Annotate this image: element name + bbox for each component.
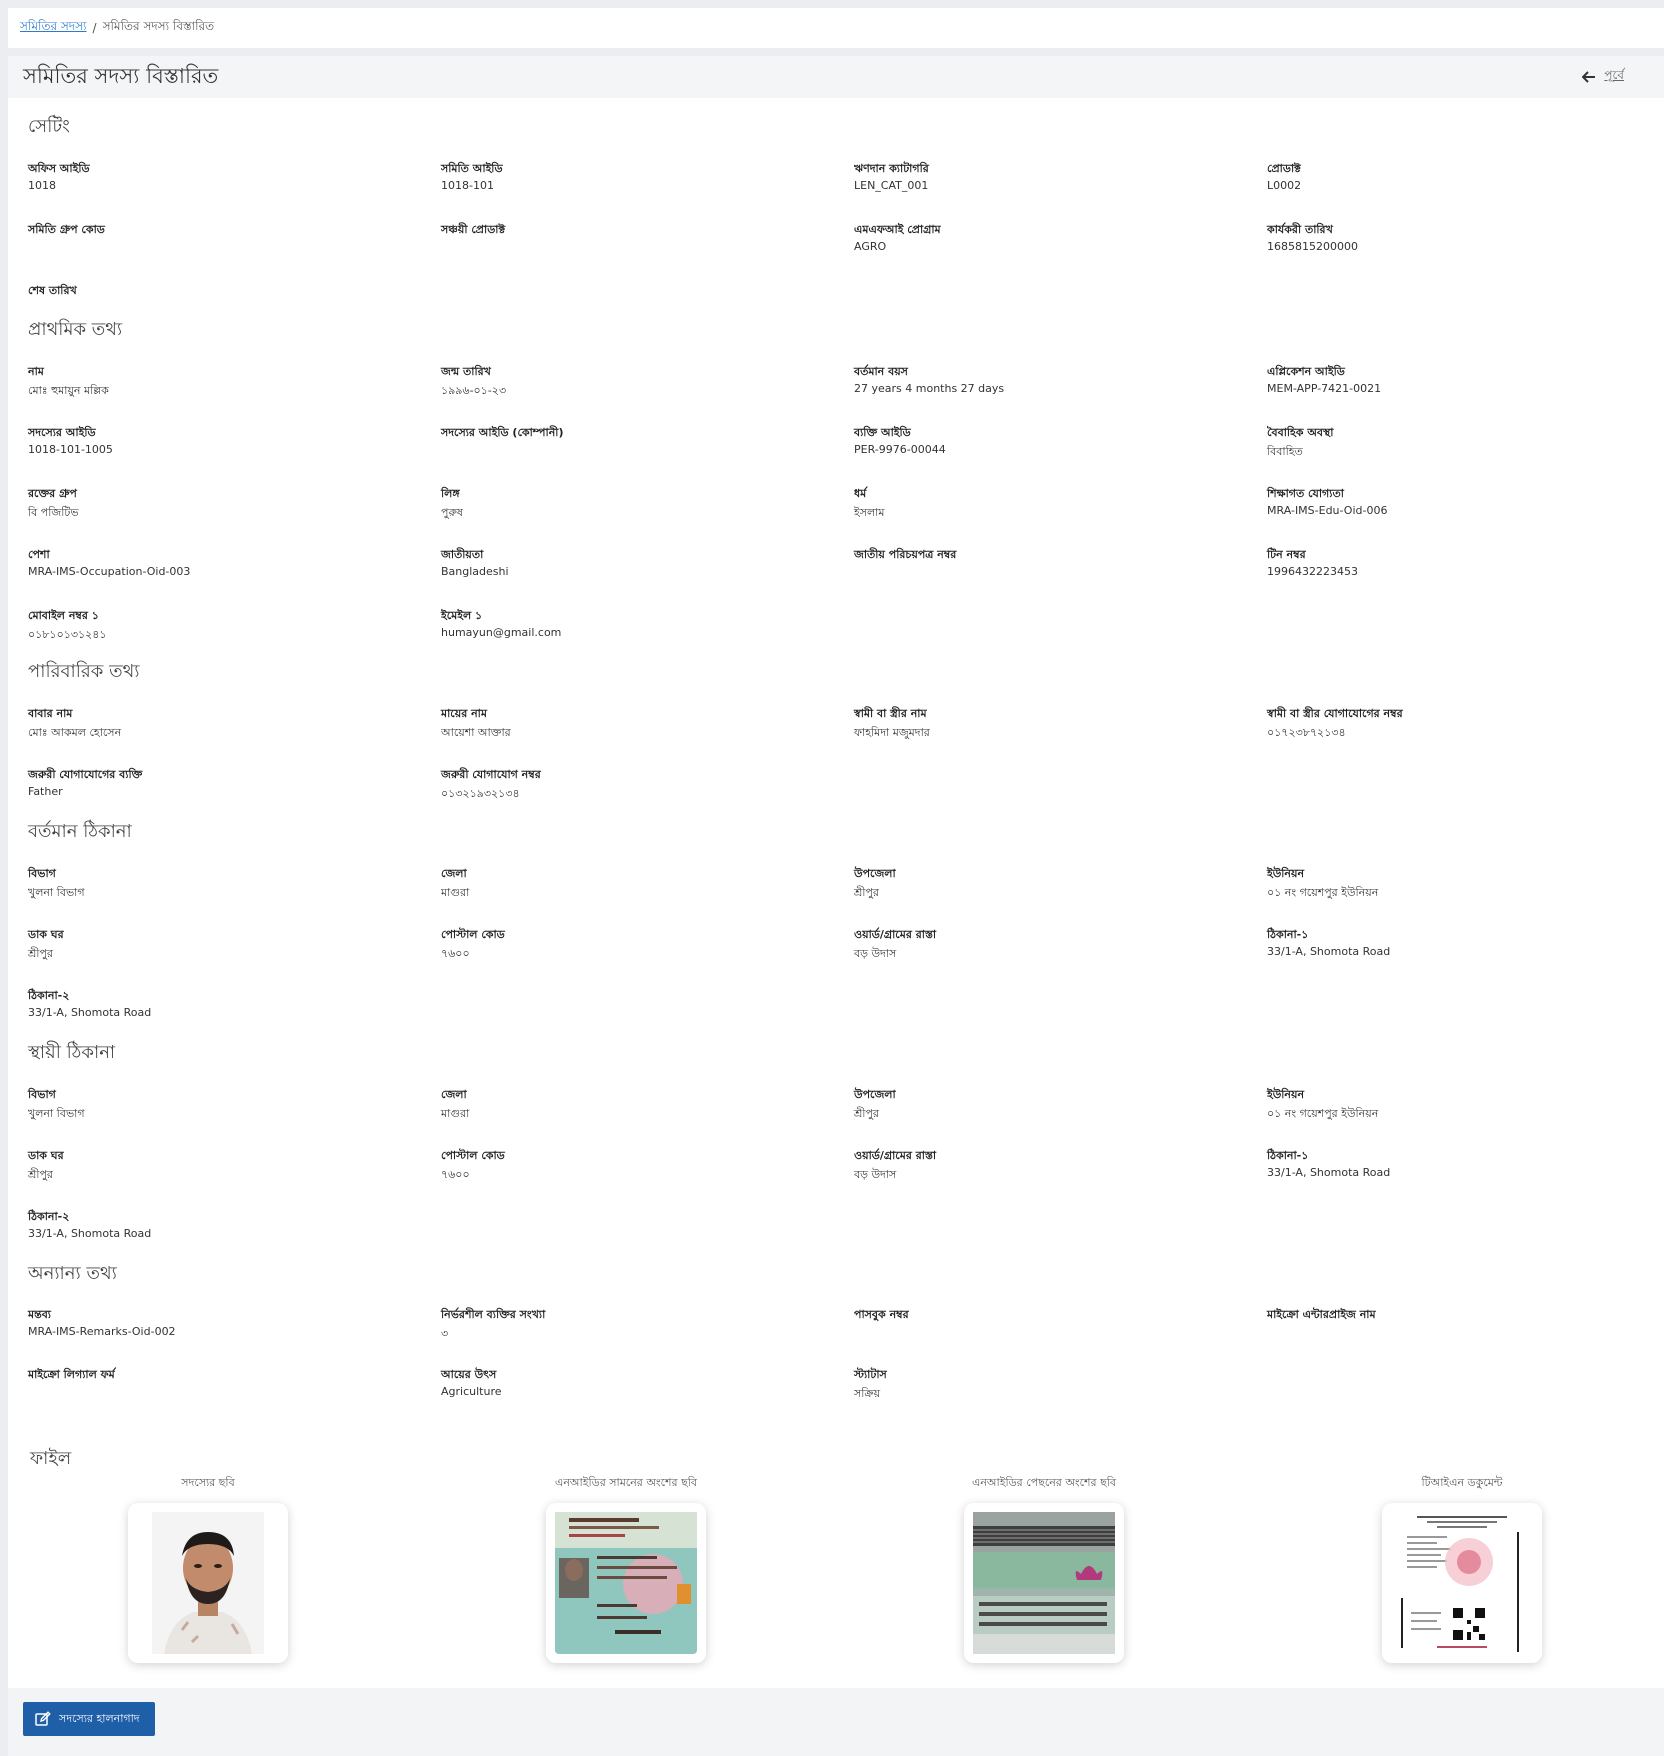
field-present-district: জেলা মাগুরা bbox=[441, 867, 470, 899]
file-label-nid-back: এনআইডির পেছনের অংশের ছবি bbox=[971, 1476, 1117, 1489]
field-email-1: ইমেইল ১ humayun@gmail.com bbox=[441, 609, 562, 639]
section-title-files: ফাইল bbox=[30, 1448, 72, 1469]
field-marital-status: বৈবাহিক অবস্থা বিবাহিত bbox=[1267, 426, 1334, 458]
field-emergency-contact-person: জরুরী যোগাযোগের ব্যক্তি Father bbox=[28, 768, 143, 798]
section-title-other: অন্যান্য তথ্য bbox=[28, 1263, 117, 1284]
field-micro-legal-form: মাইক্রো লিগ্যাল ফর্ম bbox=[28, 1368, 115, 1381]
file-card-nid-back: এনআইডির পেছনের অংশের ছবি bbox=[894, 1474, 1194, 1663]
file-card-tin-document: টিআইএন ডকুমেন্ট bbox=[1312, 1474, 1612, 1663]
field-nationality: জাতীয়তা Bangladeshi bbox=[441, 548, 509, 578]
field-effective-date: কার্যকরী তারিখ 1685815200000 bbox=[1267, 223, 1358, 253]
field-present-address-2: ঠিকানা-২ 33/1-A, Shomota Road bbox=[28, 989, 152, 1019]
field-gender: লিঙ্গ পুরুষ bbox=[441, 487, 463, 519]
field-present-union: ইউনিয়ন ০১ নং গয়েশপুর ইউনিয়ন bbox=[1267, 867, 1379, 899]
page-header: সমিতির সদস্য বিস্তারিত পূর্বে bbox=[8, 56, 1664, 98]
nid-back-thumbnail[interactable] bbox=[964, 1503, 1124, 1663]
file-card-member-photo: সদস্যের ছবি bbox=[58, 1474, 358, 1663]
member-photo-thumbnail[interactable] bbox=[128, 1503, 288, 1663]
section-title-present-address: বর্তমান ঠিকানা bbox=[28, 821, 132, 842]
field-samity-id: সমিতি আইডি 1018-101 bbox=[441, 162, 503, 192]
field-end-date: শেষ তারিখ bbox=[28, 284, 77, 297]
field-tin-number: টিন নম্বর 1996432223453 bbox=[1267, 548, 1358, 578]
back-label: পূর্বে bbox=[1604, 68, 1624, 82]
arrow-left-icon bbox=[1582, 71, 1596, 83]
file-label-member-photo: সদস্যের ছবি bbox=[181, 1476, 235, 1489]
field-application-id: এপ্লিকেশন আইডি MEM-APP-7421-0021 bbox=[1267, 365, 1382, 395]
field-birth-date: জন্ম তারিখ ১৯৯৬-০১-২৩ bbox=[441, 365, 507, 397]
member-detail-panel: সমিতির সদস্য বিস্তারিত পূর্বে সেটিং অফিস… bbox=[8, 56, 1664, 1756]
file-label-nid-front: এনআইডির সামনের অংশের ছবি bbox=[554, 1476, 698, 1489]
field-present-post-office: ডাক ঘর শ্রীপুর bbox=[28, 928, 64, 960]
field-income-source: আয়ের উৎস Agriculture bbox=[441, 1368, 502, 1398]
field-lending-category: ঋণদান ক্যাটাগরি LEN_CAT_001 bbox=[854, 162, 929, 192]
field-permanent-district: জেলা মাগুরা bbox=[441, 1088, 470, 1120]
section-title-permanent-address: স্থায়ী ঠিকানা bbox=[28, 1042, 116, 1063]
field-permanent-postal-code: পোস্টাল কোড ৭৬০০ bbox=[441, 1149, 505, 1181]
file-card-nid-front: এনআইডির সামনের অংশের ছবি bbox=[476, 1474, 776, 1663]
field-mobile-1: মোবাইল নম্বর ১ ০১৮১০১৩১২৪১ bbox=[28, 609, 107, 641]
field-micro-enterprise-name: মাইক্রো এন্টারপ্রাইজ নাম bbox=[1267, 1308, 1376, 1321]
field-present-postal-code: পোস্টাল কোড ৭৬০০ bbox=[441, 928, 505, 960]
field-mother-name: মায়ের নাম আয়েশা আক্তার bbox=[441, 707, 511, 739]
nid-front-thumbnail[interactable] bbox=[546, 1503, 706, 1663]
field-current-age: বর্তমান বয়স 27 years 4 months 27 days bbox=[854, 365, 1005, 395]
field-passbook-number: পাসবুক নম্বর bbox=[854, 1308, 909, 1321]
field-nid-number: জাতীয় পরিচয়পত্র নম্বর bbox=[854, 548, 957, 561]
nid-front-icon bbox=[555, 1512, 697, 1654]
field-spouse-contact: স্বামী বা স্ত্রীর যোগাযোগের নম্বর ০১৭২৩৮৭… bbox=[1267, 707, 1403, 739]
back-button[interactable]: পূর্বে bbox=[1582, 67, 1624, 87]
field-permanent-address-1: ঠিকানা-১ 33/1-A, Shomota Road bbox=[1267, 1149, 1391, 1179]
field-member-id-company: সদস্যের আইডি (কোম্পানী) bbox=[441, 426, 564, 439]
update-member-label: সদস্যের হালনাগাদ bbox=[59, 1711, 140, 1725]
field-samity-group-code: সমিতি গ্রুপ কোড bbox=[28, 223, 105, 236]
field-permanent-upazila: উপজেলা শ্রীপুর bbox=[854, 1088, 896, 1120]
field-remarks: মন্তব্য MRA-IMS-Remarks-Oid-002 bbox=[28, 1308, 176, 1338]
breadcrumb: সমিতির সদস্য / সমিতির সদস্য বিস্তারিত bbox=[8, 8, 1664, 48]
field-spouse-name: স্বামী বা স্ত্রীর নাম ফাহমিদা মজুমদার bbox=[854, 707, 930, 739]
tin-document-icon bbox=[1397, 1512, 1527, 1654]
field-permanent-union: ইউনিয়ন ০১ নং গয়েশপুর ইউনিয়ন bbox=[1267, 1088, 1379, 1120]
field-status: স্ট্যাটাস সক্রিয় bbox=[854, 1368, 887, 1400]
field-product: প্রোডাক্ট L0002 bbox=[1267, 162, 1302, 192]
field-mfi-program: এমএফআই প্রোগ্রাম AGRO bbox=[854, 223, 941, 253]
field-name: নাম মোঃ হুমায়ুন মল্লিক bbox=[28, 365, 109, 397]
field-emergency-contact-number: জরুরী যোগাযোগ নম্বর ০১৩২১৯৩২১৩৪ bbox=[441, 768, 541, 800]
section-title-primary: প্রাথমিক তথ্য bbox=[28, 319, 123, 340]
field-dependents-count: নির্ভরশীল ব্যক্তির সংখ্যা ৩ bbox=[441, 1308, 546, 1340]
field-religion: ধর্ম ইসলাম bbox=[854, 487, 885, 519]
field-present-division: বিভাগ খুলনা বিভাগ bbox=[28, 867, 85, 899]
breadcrumb-parent-link[interactable]: সমিতির সদস্য bbox=[20, 18, 87, 38]
field-permanent-ward-road: ওয়ার্ড/গ্রামের রাস্তা বড় উদাস bbox=[854, 1149, 937, 1181]
field-present-upazila: উপজেলা শ্রীপুর bbox=[854, 867, 896, 899]
field-occupation: পেশা MRA-IMS-Occupation-Oid-003 bbox=[28, 548, 191, 578]
field-present-address-1: ঠিকানা-১ 33/1-A, Shomota Road bbox=[1267, 928, 1391, 958]
page-title: সমিতির সদস্য বিস্তারিত bbox=[23, 63, 219, 88]
field-blood-group: রক্তের গ্রুপ বি পজিটিভ bbox=[28, 487, 79, 519]
breadcrumb-current: সমিতির সদস্য বিস্তারিত bbox=[102, 19, 215, 33]
update-member-button[interactable]: সদস্যের হালনাগাদ bbox=[23, 1702, 155, 1736]
field-father-name: বাবার নাম মোঃ আকমল হোসেন bbox=[28, 707, 122, 739]
member-photo-icon bbox=[152, 1512, 264, 1654]
file-label-tin-document: টিআইএন ডকুমেন্ট bbox=[1421, 1476, 1503, 1489]
nid-back-icon bbox=[973, 1512, 1115, 1654]
edit-icon bbox=[35, 1711, 51, 1726]
breadcrumb-separator: / bbox=[92, 21, 97, 35]
footer-bar: সদস্যের হালনাগাদ bbox=[8, 1688, 1664, 1756]
field-permanent-post-office: ডাক ঘর শ্রীপুর bbox=[28, 1149, 64, 1181]
field-person-id: ব্যক্তি আইডি PER-9976-00044 bbox=[854, 426, 946, 456]
field-member-id: সদস্যের আইডি 1018-101-1005 bbox=[28, 426, 113, 456]
field-permanent-division: বিভাগ খুলনা বিভাগ bbox=[28, 1088, 85, 1120]
field-permanent-address-2: ঠিকানা-২ 33/1-A, Shomota Road bbox=[28, 1210, 152, 1240]
field-savings-product: সঞ্চয়ী প্রোডাক্ট bbox=[441, 223, 506, 236]
section-title-family: পারিবারিক তথ্য bbox=[28, 661, 140, 682]
field-office-id: অফিস আইডি 1018 bbox=[28, 162, 90, 192]
field-education: শিক্ষাগত যোগ্যতা MRA-IMS-Edu-Oid-006 bbox=[1267, 487, 1388, 517]
field-present-ward-road: ওয়ার্ড/গ্রামের রাস্তা বড় উদাস bbox=[854, 928, 937, 960]
tin-document-thumbnail[interactable] bbox=[1382, 1503, 1542, 1663]
section-title-setting: সেটিং bbox=[28, 116, 70, 137]
